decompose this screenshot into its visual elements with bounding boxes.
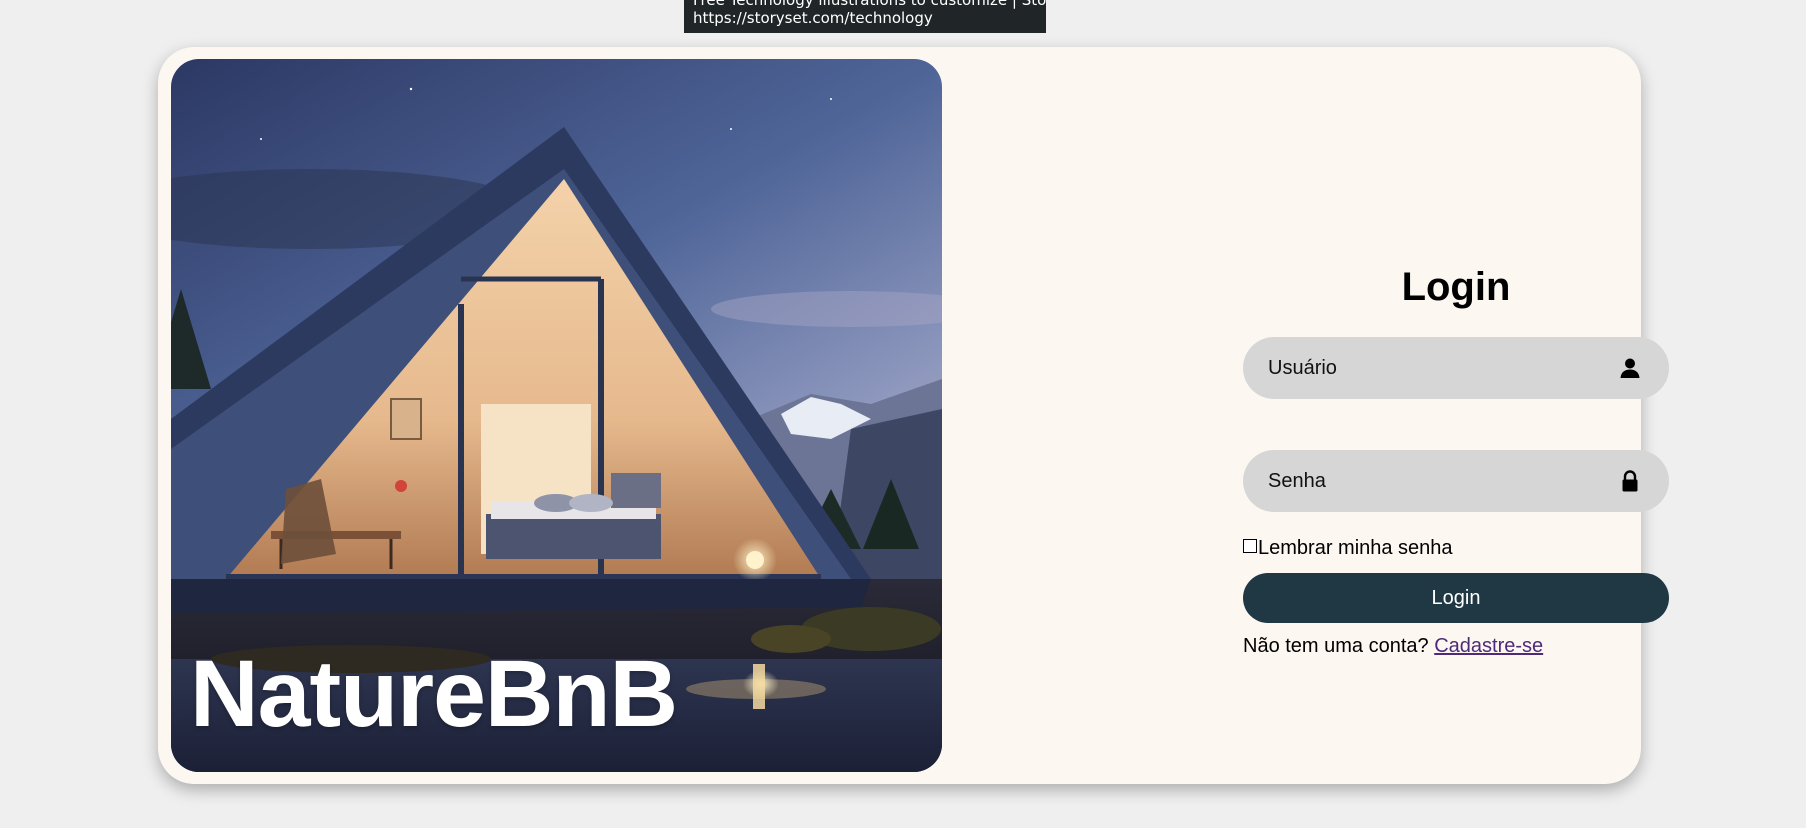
signup-link[interactable]: Cadastre-se — [1434, 635, 1543, 657]
brand-logo-text: NatureBnB — [190, 641, 678, 747]
signup-prompt: Não tem uma conta? Cadastre-se — [1243, 635, 1543, 658]
signup-prompt-text: Não tem uma conta? — [1243, 635, 1429, 657]
browser-tooltip: Free Technology illustrations to customi… — [684, 0, 1046, 33]
tooltip-title: Free Technology illustrations to customi… — [693, 0, 1046, 9]
username-input[interactable] — [1268, 337, 1608, 399]
username-field-wrapper — [1243, 337, 1669, 399]
user-icon — [1620, 358, 1640, 378]
lock-icon — [1622, 470, 1638, 492]
login-button[interactable]: Login — [1243, 573, 1669, 623]
remember-checkbox[interactable] — [1243, 539, 1257, 553]
login-title: Login — [1401, 265, 1511, 309]
password-field-wrapper — [1243, 450, 1669, 512]
tooltip-url: https://storyset.com/technology — [693, 9, 933, 27]
login-card: NatureBnB Login Lembrar minha senha Logi… — [158, 47, 1669, 784]
remember-label: Lembrar minha senha — [1258, 536, 1453, 559]
remember-me[interactable]: Lembrar minha senha — [1243, 536, 1453, 560]
password-input[interactable] — [1268, 450, 1608, 512]
